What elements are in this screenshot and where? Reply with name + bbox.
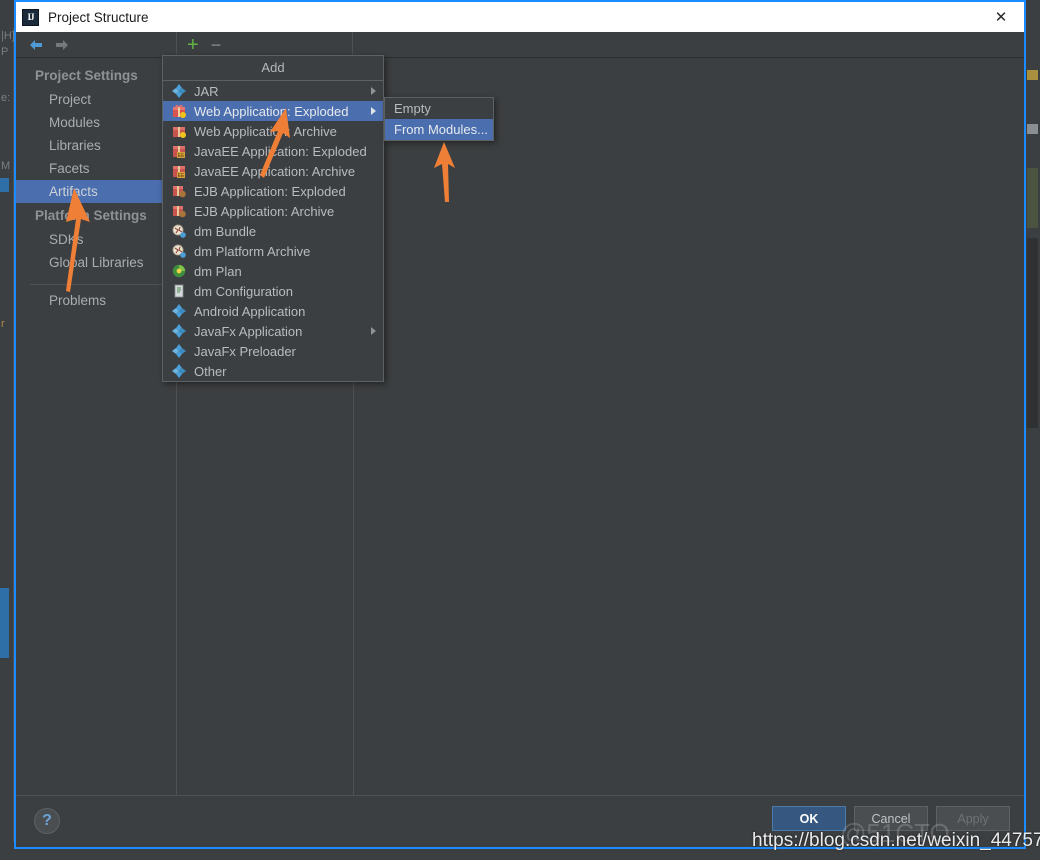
- svg-text:EE: EE: [178, 153, 185, 158]
- navigation-group: [16, 32, 177, 57]
- menu-item-dm-platform-archive[interactable]: dm Platform Archive: [163, 241, 383, 261]
- menu-item-dm-plan[interactable]: dm Plan: [163, 261, 383, 281]
- menu-item-ejb-application-archive[interactable]: EJB Application: Archive: [163, 201, 383, 221]
- watermark-url: https://blog.csdn.net/weixin_44757863: [752, 830, 1040, 851]
- bg-chip: [1027, 70, 1038, 80]
- ok-button[interactable]: OK: [772, 806, 846, 831]
- menu-item-label: dm Bundle: [194, 223, 257, 239]
- submenu-item-empty[interactable]: Empty: [385, 98, 493, 119]
- javaee-exploded-icon: EE: [171, 143, 187, 159]
- menu-item-javaee-application-exploded[interactable]: EE JavaEE Application: Exploded: [163, 141, 383, 161]
- menu-item-jar[interactable]: JAR: [163, 81, 383, 101]
- artifact-actions-group: + −: [177, 32, 353, 57]
- ejb-archive-icon: [171, 203, 187, 219]
- sidebar-item-artifacts[interactable]: Artifacts: [16, 180, 176, 203]
- submenu-item-label: Empty: [394, 101, 431, 116]
- menu-item-label: JavaFx Preloader: [194, 343, 296, 359]
- bg-fragment: |H]: [1, 30, 15, 42]
- bg-fragment: e:: [1, 92, 11, 104]
- menu-item-dm-configuration[interactable]: dm Configuration: [163, 281, 383, 301]
- chevron-right-icon: [371, 87, 376, 95]
- toolbar-empty-area: [353, 32, 1024, 57]
- menu-item-other[interactable]: Other: [163, 361, 383, 381]
- web-exploded-icon: [171, 103, 187, 119]
- sidebar-group-platform-settings: Platform Settings: [35, 208, 147, 223]
- javaee-archive-icon: EE: [171, 163, 187, 179]
- bg-tab-marker: [0, 588, 9, 658]
- settings-sidebar: Project Settings Project Modules Librari…: [16, 58, 177, 795]
- dialog-titlebar: IJ Project Structure ✕: [16, 2, 1024, 32]
- sidebar-item-problems[interactable]: Problems: [16, 289, 176, 312]
- dm-configuration-icon: [171, 283, 187, 299]
- add-artifact-menu: Add JAR Web Application: Exploded Web Ap…: [162, 55, 384, 382]
- menu-item-dm-bundle[interactable]: dm Bundle: [163, 221, 383, 241]
- bg-fragment: r: [1, 318, 5, 330]
- add-menu-title: Add: [163, 56, 383, 81]
- menu-item-javaee-application-archive[interactable]: EE JavaEE Application: Archive: [163, 161, 383, 181]
- menu-item-web-application-exploded[interactable]: Web Application: Exploded: [163, 101, 383, 121]
- sidebar-item-modules[interactable]: Modules: [16, 111, 176, 134]
- menu-item-label: JavaEE Application: Archive: [194, 163, 356, 179]
- menu-item-web-application-archive[interactable]: Web Application: Archive: [163, 121, 383, 141]
- remove-artifact-button[interactable]: −: [211, 36, 222, 54]
- chevron-right-icon: [371, 107, 376, 115]
- sidebar-item-libraries[interactable]: Libraries: [16, 134, 176, 157]
- android-application-icon: [171, 303, 187, 319]
- web-archive-icon: [171, 123, 187, 139]
- menu-item-label: JAR: [194, 83, 219, 99]
- back-arrow-icon[interactable]: [28, 38, 44, 52]
- bg-tab-marker: [0, 178, 9, 192]
- screen: |H] P e: M r IJ Project Structure ✕ + − …: [0, 0, 1040, 860]
- jar-diamond-icon: [171, 83, 187, 99]
- menu-item-ejb-application-exploded[interactable]: EJB Application: Exploded: [163, 181, 383, 201]
- menu-item-android-application[interactable]: Android Application: [163, 301, 383, 321]
- ejb-exploded-icon: [171, 183, 187, 199]
- dm-plan-icon: [171, 263, 187, 279]
- menu-item-label: Web Application: Archive: [194, 123, 337, 139]
- bg-chip: [1027, 238, 1038, 428]
- menu-item-label: dm Platform Archive: [194, 243, 311, 259]
- menu-item-label: EJB Application: Archive: [194, 203, 335, 219]
- menu-item-label: Other: [194, 363, 227, 379]
- ide-background-right-strip: [1026, 28, 1040, 842]
- bg-chip: [1027, 168, 1038, 228]
- chevron-right-icon: [371, 327, 376, 335]
- web-application-exploded-submenu: Empty From Modules...: [384, 97, 494, 141]
- intellij-idea-icon: IJ: [22, 8, 39, 26]
- sidebar-divider: [30, 284, 162, 285]
- sidebar-item-global-libraries[interactable]: Global Libraries: [16, 251, 176, 274]
- sidebar-item-sdks[interactable]: SDKs: [16, 228, 176, 251]
- javafx-preloader-icon: [171, 343, 187, 359]
- ide-background-left-strip: |H] P e: M r: [0, 28, 15, 842]
- sidebar-item-project[interactable]: Project: [16, 88, 176, 111]
- bg-chip: [1027, 124, 1038, 134]
- submenu-item-from-modules[interactable]: From Modules...: [385, 119, 493, 140]
- menu-item-label: Android Application: [194, 303, 306, 319]
- dm-bundle-icon: [171, 223, 187, 239]
- javafx-application-icon: [171, 323, 187, 339]
- other-icon: [171, 363, 187, 379]
- sidebar-group-project-settings: Project Settings: [35, 68, 138, 83]
- menu-item-label: EJB Application: Exploded: [194, 183, 346, 199]
- menu-item-label: JavaFx Application: [194, 323, 303, 339]
- menu-item-javafx-application[interactable]: JavaFx Application: [163, 321, 383, 341]
- bg-fragment: P: [1, 46, 9, 58]
- add-artifact-button[interactable]: +: [187, 35, 199, 55]
- bg-fragment: M: [1, 160, 11, 172]
- submenu-item-label: From Modules...: [394, 122, 488, 137]
- menu-item-label: JavaEE Application: Exploded: [194, 143, 367, 159]
- menu-item-javafx-preloader[interactable]: JavaFx Preloader: [163, 341, 383, 361]
- page-title: Project Structure: [48, 9, 149, 25]
- forward-arrow-icon: [54, 38, 70, 52]
- svg-text:EE: EE: [178, 173, 185, 178]
- menu-item-label: dm Plan: [194, 263, 242, 279]
- dm-platform-archive-icon: [171, 243, 187, 259]
- help-icon[interactable]: ?: [34, 808, 60, 834]
- close-icon[interactable]: ✕: [978, 2, 1024, 32]
- menu-item-label: dm Configuration: [194, 283, 293, 299]
- sidebar-item-facets[interactable]: Facets: [16, 157, 176, 180]
- menu-item-label: Web Application: Exploded: [194, 103, 349, 119]
